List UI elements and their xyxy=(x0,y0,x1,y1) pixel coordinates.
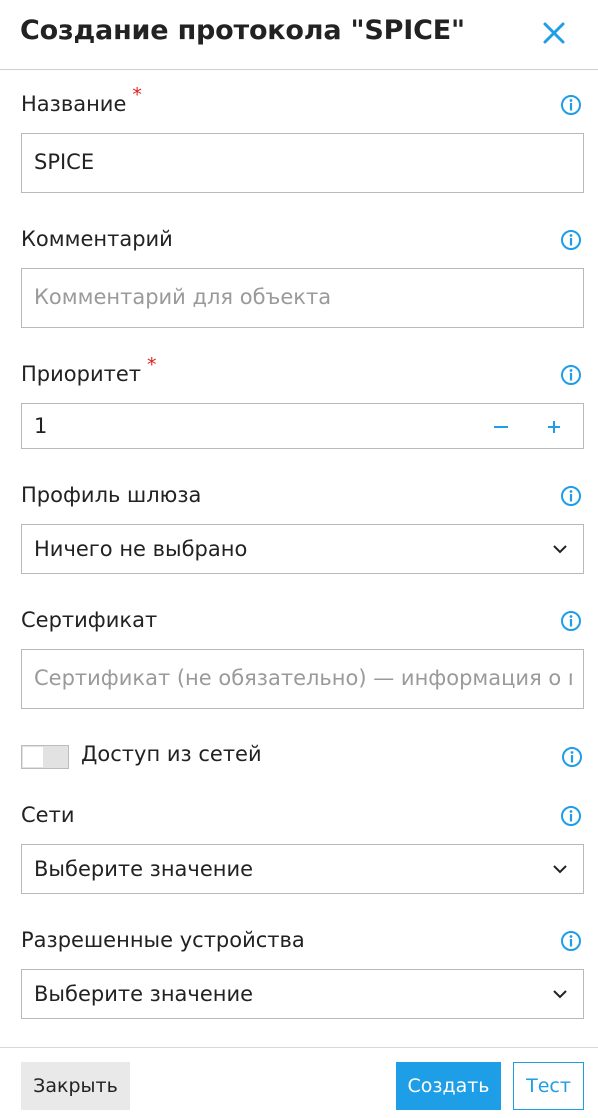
chevron-down-icon xyxy=(553,545,567,554)
toggle-knob xyxy=(23,747,43,767)
info-icon[interactable] xyxy=(560,364,582,386)
create-protocol-dialog: Создание протокола "SPICE" Название * SPI… xyxy=(0,0,598,1118)
required-mark: * xyxy=(132,84,142,106)
plus-icon[interactable] xyxy=(543,416,565,438)
comment-label-row: Комментарий xyxy=(21,227,584,257)
info-icon[interactable] xyxy=(560,229,582,251)
comment-placeholder: Комментарий для объекта xyxy=(34,285,332,309)
certificate-placeholder: Сертификат (не обязательно) — информация… xyxy=(34,666,572,690)
required-mark: * xyxy=(146,354,157,376)
priority-label: Приоритет * xyxy=(21,354,157,386)
test-button[interactable]: Тест xyxy=(513,1062,584,1110)
allowed-devices-label: Разрешенные устройства xyxy=(21,928,305,952)
certificate-label: Сертификат xyxy=(21,608,158,632)
allowed-devices-value: Выберите значение xyxy=(34,982,254,1006)
gateway-profile-value: Ничего не выбрано xyxy=(34,537,248,561)
chevron-down-icon xyxy=(553,865,567,874)
allowed-devices-select[interactable]: Выберите значение xyxy=(21,969,584,1019)
certificate-input[interactable]: Сертификат (не обязательно) — информация… xyxy=(21,649,584,709)
name-label-row: Название * xyxy=(21,84,584,122)
info-icon[interactable] xyxy=(560,485,582,507)
info-icon[interactable] xyxy=(561,746,583,768)
comment-input[interactable]: Комментарий для объекта xyxy=(21,268,584,328)
priority-stepper[interactable]: 1 xyxy=(21,403,584,449)
info-icon[interactable] xyxy=(560,805,582,827)
name-input[interactable]: SPICE xyxy=(21,133,584,193)
certificate-label-row: Сертификат xyxy=(21,608,584,638)
dialog-title: Создание протокола "SPICE" xyxy=(20,15,465,46)
network-access-toggle[interactable] xyxy=(21,745,69,769)
close-button[interactable]: Закрыть xyxy=(21,1062,130,1110)
comment-label: Комментарий xyxy=(21,227,173,251)
info-icon[interactable] xyxy=(560,930,582,952)
info-icon[interactable] xyxy=(560,94,582,116)
gateway-profile-label: Профиль шлюза xyxy=(21,483,202,507)
gateway-profile-label-row: Профиль шлюза xyxy=(21,483,584,513)
allowed-devices-label-row: Разрешенные устройства xyxy=(21,928,584,958)
dialog-header: Создание протокола "SPICE" xyxy=(0,0,598,70)
name-value: SPICE xyxy=(34,150,95,174)
chevron-down-icon xyxy=(553,990,567,999)
close-icon[interactable] xyxy=(540,19,568,47)
networks-select[interactable]: Выберите значение xyxy=(21,844,584,894)
networks-label-row: Сети xyxy=(21,803,584,833)
networks-value: Выберите значение xyxy=(34,857,254,881)
create-button[interactable]: Создать xyxy=(396,1062,501,1110)
info-icon[interactable] xyxy=(560,610,582,632)
minus-icon[interactable] xyxy=(490,416,512,438)
gateway-profile-select[interactable]: Ничего не выбрано xyxy=(21,524,584,574)
name-label: Название * xyxy=(21,84,142,116)
priority-value: 1 xyxy=(34,414,48,438)
network-access-label: Доступ из сетей xyxy=(81,742,262,766)
dialog-footer: Закрыть Создать Тест xyxy=(0,1047,598,1118)
priority-label-row: Приоритет * xyxy=(21,354,584,392)
networks-label: Сети xyxy=(21,803,75,827)
